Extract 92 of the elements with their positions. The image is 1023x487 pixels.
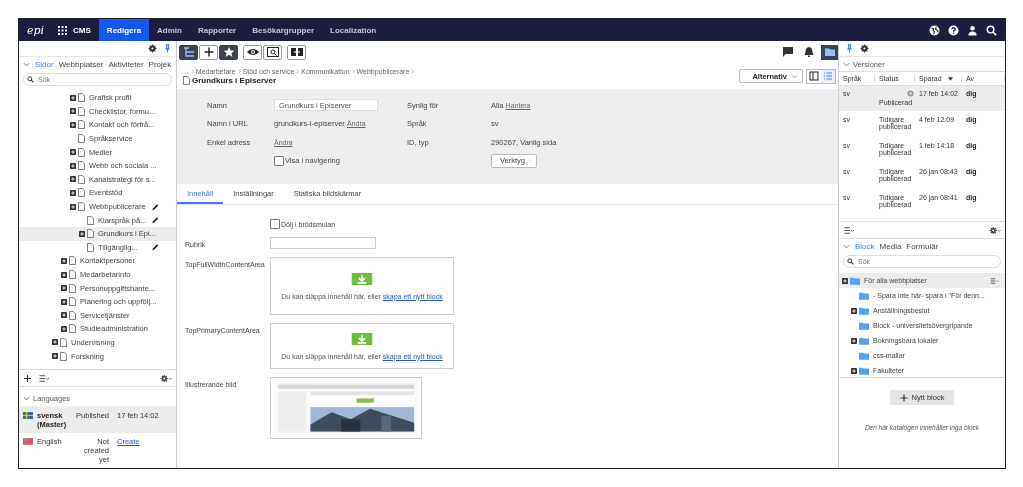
expander-icon[interactable] xyxy=(61,298,67,305)
plus-icon xyxy=(899,393,908,402)
product-name: CMS xyxy=(73,25,91,35)
expander-icon[interactable] xyxy=(70,189,76,196)
collapse-icon[interactable] xyxy=(23,394,30,402)
tree-button[interactable] xyxy=(179,44,198,60)
chevron-icon xyxy=(351,68,355,74)
flag-icon xyxy=(23,412,33,419)
star-icon xyxy=(221,46,236,58)
chevron-icon xyxy=(190,68,194,74)
panel-tab[interactable]: Aktiviteter xyxy=(108,60,144,69)
page-title: Grundkurs i Episerver xyxy=(192,75,277,85)
nav-tab[interactable]: Admin xyxy=(149,19,190,41)
caret-icon xyxy=(791,73,798,79)
settings-icon[interactable] xyxy=(160,373,172,383)
flag-icon xyxy=(23,438,33,445)
expander-icon[interactable] xyxy=(70,108,76,115)
download-icon xyxy=(351,272,373,285)
nav-tab[interactable]: Besökargrupper xyxy=(244,19,322,41)
chevron-icon xyxy=(296,68,300,74)
panel-tab[interactable]: Block xyxy=(855,242,875,251)
expander-icon[interactable] xyxy=(52,339,58,346)
tree-icon xyxy=(181,46,196,58)
view-button[interactable] xyxy=(243,44,262,60)
expander-icon[interactable] xyxy=(70,94,76,101)
star-button[interactable] xyxy=(219,44,238,60)
download-icon xyxy=(351,332,373,345)
pencil-icon[interactable] xyxy=(151,243,160,252)
expander-icon[interactable] xyxy=(70,149,76,156)
app-grid-icon[interactable] xyxy=(58,25,68,35)
globe-icon[interactable] xyxy=(929,24,940,36)
menu-icon[interactable] xyxy=(843,225,855,235)
panel-tab[interactable]: Sidor xyxy=(35,60,54,69)
expander-icon[interactable] xyxy=(61,325,67,332)
collapse-icon[interactable] xyxy=(843,60,850,68)
expander-icon[interactable] xyxy=(52,353,58,360)
expander-icon[interactable] xyxy=(61,312,67,319)
panel-tab[interactable]: Webbplatser xyxy=(58,60,104,69)
compare-button[interactable] xyxy=(287,44,306,60)
settings-icon[interactable] xyxy=(989,225,1001,235)
search-icon xyxy=(27,76,34,83)
chevron-icon xyxy=(411,68,415,74)
pin-icon[interactable] xyxy=(163,44,172,53)
settings-icon[interactable] xyxy=(860,44,869,53)
menu-icon[interactable] xyxy=(990,276,999,285)
search-icon xyxy=(847,258,854,265)
panel-tab[interactable]: Media xyxy=(879,242,902,251)
checkbox[interactable] xyxy=(270,219,280,229)
folder-button[interactable] xyxy=(821,44,838,60)
comment-icon xyxy=(781,46,794,58)
panel-tab[interactable]: Formulär xyxy=(906,242,939,251)
nav-tab[interactable]: Rapporter xyxy=(190,19,245,41)
expander-icon[interactable] xyxy=(851,337,857,344)
add-button[interactable] xyxy=(199,44,218,60)
collapse-icon[interactable] xyxy=(23,61,30,68)
list-icon xyxy=(823,71,833,81)
search-icon[interactable] xyxy=(986,24,997,36)
logo[interactable]: epi xyxy=(27,23,45,37)
compare-icon xyxy=(289,46,304,58)
expander-icon[interactable] xyxy=(61,285,67,292)
expander-icon[interactable] xyxy=(79,230,85,237)
view-icon xyxy=(245,46,260,58)
collapse-icon[interactable] xyxy=(843,243,850,250)
expander-icon[interactable] xyxy=(61,257,67,264)
nav-tab[interactable]: Localization xyxy=(322,19,385,41)
expander-icon[interactable] xyxy=(70,176,76,183)
expander-icon[interactable] xyxy=(61,271,67,278)
expander-icon[interactable] xyxy=(851,307,857,314)
split-view-icon xyxy=(809,71,819,81)
help-icon[interactable] xyxy=(948,24,959,36)
expander-icon[interactable] xyxy=(851,367,857,374)
chevron-icon xyxy=(237,68,241,74)
panel-tab[interactable]: Projek xyxy=(148,60,172,69)
expander-icon[interactable] xyxy=(70,162,76,169)
menu-icon[interactable] xyxy=(38,373,50,383)
page-icon xyxy=(183,75,190,85)
heading-field[interactable] xyxy=(270,237,376,249)
add-icon[interactable] xyxy=(23,373,32,383)
expander-icon[interactable] xyxy=(70,203,76,210)
sort-icon xyxy=(947,77,953,81)
expander-icon[interactable] xyxy=(70,122,76,128)
preview-button[interactable] xyxy=(263,44,282,60)
checkbox[interactable] xyxy=(274,155,284,166)
pin-icon[interactable] xyxy=(845,44,854,53)
user-icon[interactable] xyxy=(967,24,978,36)
preview-icon xyxy=(265,46,280,58)
nav-tab[interactable]: Redigera xyxy=(98,19,150,41)
split-view-button[interactable] xyxy=(807,69,821,83)
expander-icon[interactable] xyxy=(842,277,848,284)
settings-icon[interactable] xyxy=(148,44,157,53)
folder-icon xyxy=(823,46,836,58)
bell-icon xyxy=(802,46,815,58)
